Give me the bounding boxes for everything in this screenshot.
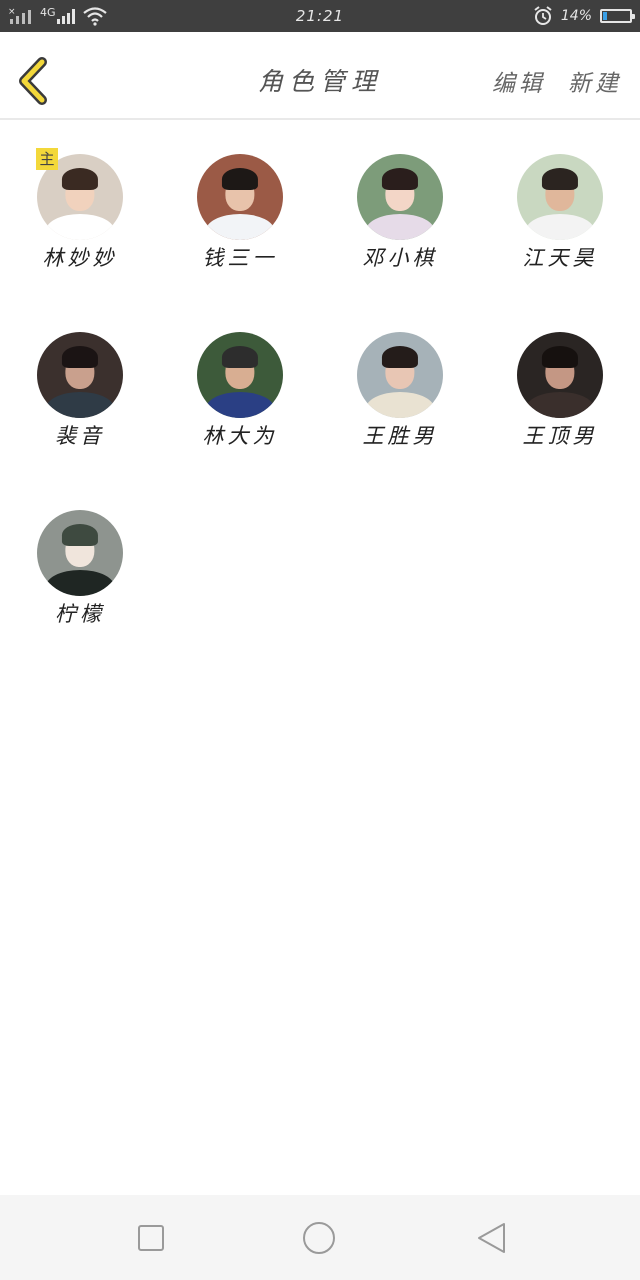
status-right: 14%	[533, 6, 635, 26]
character-name: 钱三一	[202, 246, 278, 270]
back-nav-button[interactable]	[474, 1221, 508, 1255]
character-item[interactable]: 裴音	[0, 298, 160, 476]
alarm-icon	[534, 6, 552, 25]
character-avatar	[37, 332, 123, 418]
app-header: 角色管理 编辑 新建	[0, 32, 640, 120]
avatar-hair	[61, 345, 99, 369]
character-name: 王胜男	[362, 424, 438, 448]
avatar-hair	[221, 167, 259, 191]
avatar-body	[365, 214, 435, 240]
avatar-body	[525, 392, 595, 418]
recent-apps-button[interactable]	[134, 1221, 168, 1255]
avatar-body	[205, 214, 275, 240]
character-item[interactable]: 主林妙妙	[0, 120, 160, 298]
character-item[interactable]: 王胜男	[320, 298, 480, 476]
battery-level-fill	[603, 12, 607, 20]
character-avatar	[37, 510, 123, 596]
system-nav-bar	[0, 1195, 640, 1280]
circle-icon	[303, 1222, 335, 1254]
avatar-hair	[381, 345, 419, 369]
avatar-hair	[541, 345, 579, 369]
character-item[interactable]: 江天昊	[480, 120, 640, 298]
character-name: 王顶男	[522, 424, 598, 448]
character-item[interactable]: 王顶男	[480, 298, 640, 476]
character-item[interactable]: 邓小棋	[320, 120, 480, 298]
header-actions: 编辑 新建	[492, 64, 622, 98]
edit-button[interactable]: 编辑	[492, 64, 546, 98]
character-avatar	[517, 332, 603, 418]
character-name: 江天昊	[522, 246, 598, 270]
character-avatar	[197, 332, 283, 418]
avatar-hair	[381, 167, 419, 191]
character-avatar	[517, 154, 603, 240]
character-item[interactable]: 柠檬	[0, 476, 160, 654]
battery-percent: 14%	[560, 8, 592, 24]
new-button[interactable]: 新建	[568, 64, 622, 98]
character-item[interactable]: 林大为	[160, 298, 320, 476]
character-avatar	[197, 154, 283, 240]
main-character-badge: 主	[36, 148, 58, 170]
avatar-hair	[61, 167, 99, 191]
avatar-hair	[61, 523, 99, 547]
character-item[interactable]: 钱三一	[160, 120, 320, 298]
character-name: 柠檬	[55, 602, 105, 626]
avatar-body	[45, 392, 115, 418]
character-grid: 主林妙妙 钱三一 邓小棋 江天昊 裴音 林大为 王胜男 王顶男 柠檬	[0, 120, 640, 654]
avatar-hair	[541, 167, 579, 191]
avatar-hair	[221, 345, 259, 369]
triangle-left-icon	[478, 1223, 505, 1253]
home-button[interactable]	[302, 1221, 336, 1255]
character-name: 林大为	[202, 424, 278, 448]
character-name: 邓小棋	[362, 246, 438, 270]
status-bar: × 4G 21:21 14%	[0, 0, 640, 32]
avatar-body	[525, 214, 595, 240]
avatar-body	[365, 392, 435, 418]
battery-icon	[600, 9, 635, 23]
character-name: 裴音	[55, 424, 105, 448]
character-avatar	[357, 332, 443, 418]
avatar-body	[205, 392, 275, 418]
avatar-body	[45, 214, 115, 240]
square-icon	[138, 1225, 164, 1251]
character-name: 林妙妙	[42, 246, 118, 270]
character-avatar	[357, 154, 443, 240]
avatar-body	[45, 570, 115, 596]
